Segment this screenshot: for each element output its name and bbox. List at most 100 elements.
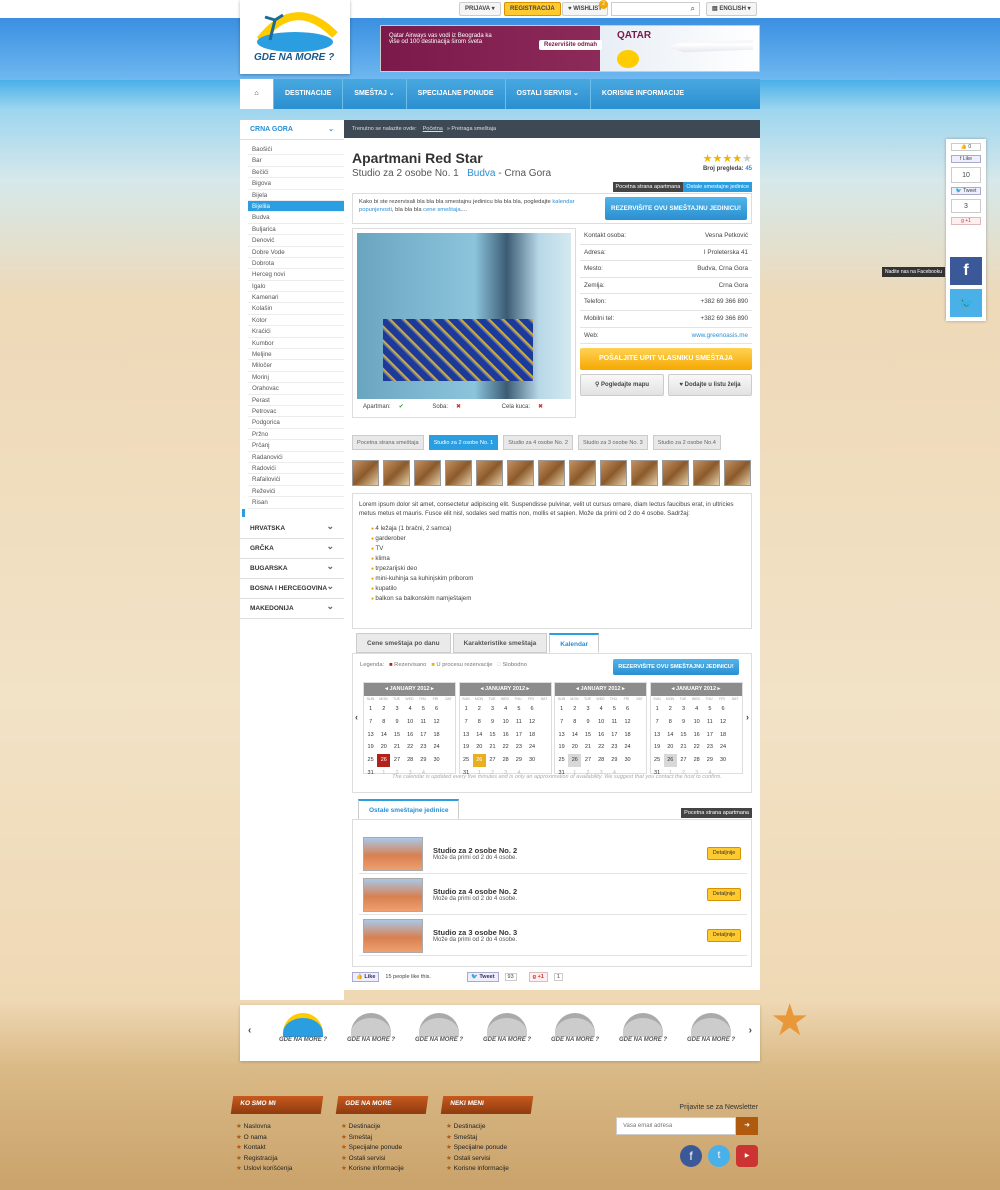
sidebar-place-item[interactable]: Kamenari	[248, 292, 344, 304]
sidebar-place-item[interactable]: Igalo	[248, 281, 344, 293]
calendar-day[interactable]: 9	[486, 716, 499, 729]
calendar-day[interactable]: 5	[417, 703, 430, 716]
calendar-day[interactable]: 9	[390, 716, 403, 729]
calendar-day[interactable]: 17	[703, 729, 716, 742]
calendar-day[interactable]: 11	[512, 716, 525, 729]
sidebar-place-item[interactable]: Bar	[248, 155, 344, 167]
facebook-icon[interactable]: f	[950, 257, 982, 285]
calendar-day[interactable]: 28	[499, 754, 512, 767]
sidebar-place-item[interactable]: Budva	[248, 212, 344, 224]
site-logo[interactable]: GDE NA MORE ?	[240, 0, 350, 74]
footer-link[interactable]: Registracija	[232, 1154, 322, 1165]
sidebar-place-item[interactable]: Reževići	[248, 486, 344, 498]
calendar-day[interactable]: 29	[703, 754, 716, 767]
calendar-day[interactable]: 30	[716, 754, 729, 767]
photo-thumbnail[interactable]	[352, 460, 379, 486]
scrollbar[interactable]	[242, 508, 245, 517]
calendar-day[interactable]: 18	[525, 729, 538, 742]
calendar-day[interactable]: 12	[430, 716, 443, 729]
partner-logo[interactable]: GDE NA MORE ?	[613, 1013, 673, 1053]
contact-value[interactable]: Budva, Crna Gora	[697, 261, 748, 277]
sidebar-place-item[interactable]: Buljarica	[248, 224, 344, 236]
footer-link[interactable]: Ostali servisi	[442, 1154, 532, 1165]
reserve-unit-button[interactable]: REZERVIŠITE OVU SMEŠTAJNU JEDINICU!	[605, 197, 747, 220]
calendar-day[interactable]: 6	[716, 703, 729, 716]
calendar-day[interactable]: 7	[460, 716, 473, 729]
carousel-next-icon[interactable]: ›	[749, 1025, 752, 1036]
newsletter-email-input[interactable]	[616, 1117, 736, 1135]
other-unit-photo[interactable]	[363, 918, 423, 953]
add-wishlist-button[interactable]: ♥ Dodajte u listu želja	[668, 374, 752, 397]
sidebar-region-item[interactable]: MAKEDONIJA	[240, 596, 344, 619]
unit-tab[interactable]: Studio za 2 osobe No. 1	[428, 435, 499, 450]
calendar-day[interactable]: 14	[664, 729, 677, 742]
calendar-day[interactable]: 18	[621, 729, 634, 742]
calendar-day[interactable]: 26	[663, 754, 677, 767]
calendar-day[interactable]: 6	[525, 703, 538, 716]
calendar-day[interactable]: 10	[499, 716, 512, 729]
prices-link[interactable]: cene smeštaja	[423, 207, 460, 213]
calendar-day[interactable]: 10	[690, 716, 703, 729]
calendar-day[interactable]: 5	[512, 703, 525, 716]
calendar-day[interactable]: 22	[404, 741, 417, 754]
calendar-day[interactable]: 22	[690, 741, 703, 754]
sidebar-place-item[interactable]: Risan	[248, 497, 344, 509]
main-photo[interactable]: Apartman: ✔ Soba: ✖ Cela kuca: ✖	[352, 228, 576, 418]
calendar-day[interactable]: 26	[377, 754, 391, 767]
calendar-day[interactable]: 17	[512, 729, 525, 742]
city-link[interactable]: Budva	[467, 168, 495, 179]
sidebar-place-item[interactable]: Podgorica	[248, 417, 344, 429]
calendar-day[interactable]: 20	[473, 741, 486, 754]
calendar-day[interactable]: 28	[690, 754, 703, 767]
other-unit-title[interactable]: Studio za 2 osobe No. 2	[433, 846, 517, 855]
calendar-day[interactable]: 16	[690, 729, 703, 742]
calendar-day[interactable]: 15	[486, 729, 499, 742]
partner-logo[interactable]: GDE NA MORE ?	[273, 1013, 333, 1053]
calendar-day[interactable]: 13	[460, 729, 473, 742]
month-next-icon[interactable]: ▸	[621, 686, 625, 692]
fb-like-count[interactable]: 👍 0	[951, 143, 981, 151]
sidebar-place-item[interactable]: Kotor	[248, 315, 344, 327]
tag-home-apartment[interactable]: Pocetna strana apartmana	[612, 182, 684, 192]
calendar-day[interactable]: 28	[595, 754, 608, 767]
nav-useful-info[interactable]: KORISNE INFORMACIJE	[591, 79, 695, 109]
calendar-day[interactable]: 24	[430, 741, 443, 754]
photo-thumbnail[interactable]	[538, 460, 565, 486]
tab-other-units[interactable]: Ostale smeštajne jedinice	[358, 799, 460, 820]
language-select[interactable]: ▤ ENGLISH ▾	[706, 2, 757, 16]
sidebar-place-item[interactable]: Bijela	[248, 190, 344, 201]
nav-destinations[interactable]: DESTINACIJE	[274, 79, 344, 109]
sidebar-place-item[interactable]: Bečići	[248, 167, 344, 179]
other-unit-photo[interactable]	[363, 877, 423, 912]
calendar-day[interactable]: 26	[568, 754, 582, 767]
calendar-day[interactable]: 14	[377, 729, 390, 742]
calendar-prev-icon[interactable]: ‹	[355, 712, 358, 722]
calendar-next-icon[interactable]: ›	[746, 712, 749, 722]
calendar-day[interactable]: 3	[581, 703, 594, 716]
sidebar-place-item[interactable]: Kumbor	[248, 338, 344, 350]
sidebar-place-item[interactable]: Bijelila	[248, 200, 344, 213]
calendar-day[interactable]: 7	[651, 716, 664, 729]
month-next-icon[interactable]: ▸	[525, 686, 530, 692]
calendar-day[interactable]: 1	[364, 703, 377, 716]
calendar-day[interactable]: 19	[555, 741, 568, 754]
photo-thumbnail[interactable]	[662, 460, 689, 486]
calendar-day[interactable]: 6	[621, 703, 634, 716]
calendar-day[interactable]: 17	[417, 729, 430, 742]
calendar-day[interactable]: 14	[568, 729, 581, 742]
calendar-day[interactable]: 5	[608, 703, 621, 716]
other-unit-photo[interactable]	[363, 836, 423, 871]
details-button[interactable]: Detaljnije	[707, 847, 741, 860]
sidebar-place-item[interactable]: Prčanj	[248, 440, 344, 452]
register-button[interactable]: REGISTRACIJA	[504, 2, 561, 16]
tweet-small-button[interactable]: 🐦 Tweet	[951, 187, 981, 195]
calendar-day[interactable]: 9	[581, 716, 594, 729]
details-button[interactable]: Detaljnije	[707, 929, 741, 942]
calendar-day[interactable]: 26	[472, 754, 486, 767]
sidebar-place-item[interactable]: Morinj	[248, 372, 344, 384]
tweet-button[interactable]: 🐦 Tweet	[466, 972, 499, 982]
calendar-day[interactable]: 3	[390, 703, 403, 716]
sidebar-place-item[interactable]: Orahovac	[248, 383, 344, 395]
calendar-day[interactable]: 13	[651, 729, 664, 742]
footer-link[interactable]: Destinacije	[442, 1122, 532, 1133]
